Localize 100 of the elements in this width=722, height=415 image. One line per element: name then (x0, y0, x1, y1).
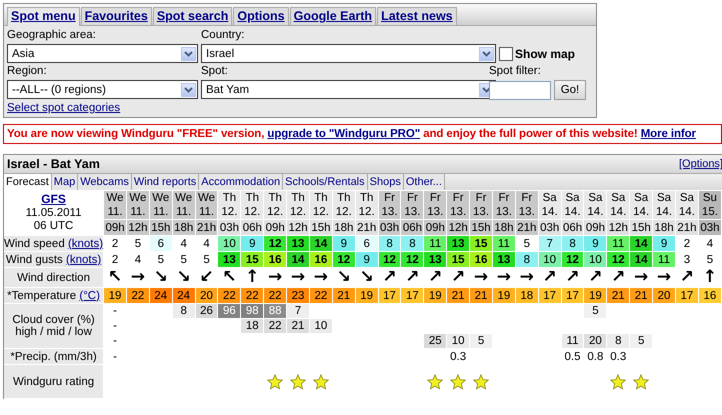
checkbox[interactable] (499, 46, 513, 60)
unit-link[interactable]: (knots) (66, 254, 102, 266)
options-link[interactable]: [Options] (678, 158, 722, 170)
go-button[interactable]: Go! (554, 80, 586, 100)
wind-gust-cell: 12 (332, 252, 355, 267)
temperature-cell: 19 (356, 288, 378, 303)
wind-speed-cell: 8 (378, 236, 400, 251)
unit-link[interactable]: (knots) (68, 238, 104, 250)
hour-header: 21h (196, 220, 218, 235)
wind-speed-cell: 8 (401, 236, 424, 251)
day-header: Sa 14. (607, 191, 630, 219)
temperature-cell: 20 (653, 288, 675, 303)
forecast-tab[interactable]: Wind reports (132, 174, 200, 190)
hour-header: 12h (607, 220, 630, 235)
hour-header: 12h (447, 220, 470, 235)
spot-filter-field[interactable] (489, 80, 551, 100)
cloud-cover-cell: 20 (584, 334, 606, 348)
hour-header: 21h (676, 220, 698, 235)
wind-speed-cell: 8 (562, 236, 584, 251)
day-header: Th 12. (241, 191, 264, 219)
menu-tab[interactable]: Options (233, 7, 289, 25)
day-header: Fr 13. (447, 191, 470, 219)
day-header: We 11. (150, 191, 172, 219)
day-header: Sa 14. (584, 191, 606, 219)
wind-arrow: → (472, 268, 490, 287)
dropdown[interactable]: Israel (201, 44, 496, 63)
cloud-cover-cell: 11 (562, 334, 584, 348)
wind-speed-cell: 6 (356, 236, 378, 251)
model-link[interactable]: GFS (41, 192, 66, 206)
wind-arrow: → (130, 268, 146, 287)
day-header: Fr 13. (516, 191, 538, 219)
forecast-tab[interactable]: Other... (404, 174, 445, 190)
cloud-cover-cell: 5 (630, 334, 652, 348)
day-header: Th 12. (310, 191, 332, 219)
model-run: 06 UTC (34, 220, 74, 232)
dropdown[interactable]: --ALL-- (0 regions) (7, 80, 198, 99)
wind-gust-cell: 13 (492, 252, 515, 267)
temperature-cell: 19 (492, 288, 515, 303)
row-label: *Precip. (mm/3h) (10, 350, 97, 362)
hour-header: 03h (218, 220, 240, 235)
more-info-link[interactable]: More infor (640, 128, 696, 140)
wind-arrow: ↙ (198, 268, 215, 287)
precipitation-cell-text: 0.3 (609, 350, 628, 364)
forecast-tab[interactable]: Webcams (78, 174, 132, 190)
hour-header: 18h (653, 220, 675, 235)
day-header: Th 12. (287, 191, 309, 219)
menu-tab[interactable]: Google Earth (290, 7, 376, 25)
dropdown[interactable]: Bat Yam (201, 80, 496, 99)
wind-arrow: ↗ (678, 268, 696, 287)
wind-arrow: → (656, 268, 672, 287)
categories-link[interactable]: Select spot categories (7, 102, 496, 114)
day-header: We 11. (126, 191, 149, 219)
hour-header: 03h (538, 220, 561, 235)
wind-arrow: ↗ (610, 268, 626, 287)
forecast-tab[interactable]: Shops (368, 174, 404, 190)
hour-header: 21h (356, 220, 378, 235)
wind-gust-cell: 13 (424, 252, 446, 267)
wind-arrow: ↗ (381, 268, 398, 287)
unit-link[interactable]: (°C) (79, 290, 100, 302)
wind-arrow: ↘ (358, 268, 375, 287)
day-header: Su 15. (698, 191, 721, 219)
spot-title: Israel - Bat Yam (7, 157, 100, 171)
wind-gust-cell: 10 (538, 252, 561, 267)
upgrade-link[interactable]: upgrade to "Windguru PRO" (267, 128, 420, 140)
forecast-tab[interactable]: Accommodation (199, 174, 284, 190)
wind-speed-cell: 14 (630, 236, 652, 251)
forecast-tab[interactable]: Map (52, 174, 78, 190)
temperature-cell: 22 (218, 288, 240, 303)
hour-header: 18h (332, 220, 355, 235)
wind-arrow: → (290, 268, 306, 287)
wind-gust-cell: 12 (607, 252, 630, 267)
menu-tab[interactable]: Latest news (377, 7, 457, 25)
cloud-cover-cell: 26 (196, 304, 218, 318)
menu-tab[interactable]: Spot search (152, 7, 232, 25)
menu-tab[interactable]: Spot menu (7, 7, 80, 26)
cloud-cover-cell: 7 (287, 304, 309, 318)
wind-arrow: ↗ (587, 268, 604, 287)
checkbox-label: Show map (515, 46, 576, 60)
hour-header: 15h (150, 220, 172, 235)
temperature-cell: 24 (150, 288, 172, 303)
wind-arrow: → (633, 268, 650, 287)
field-label: Spot filter: (489, 64, 542, 79)
dropdown[interactable]: Asia (7, 44, 198, 63)
row-label: Cloud cover (%) (12, 314, 95, 326)
temperature-cell: 21 (607, 288, 630, 303)
row-label: Wind speed (4, 238, 65, 250)
temperature-cell: 22 (126, 288, 149, 303)
wind-arrow: ↖ (221, 268, 238, 287)
hour-header: 09h (104, 220, 126, 235)
forecast-tab[interactable]: Schools/Rentals (283, 174, 368, 190)
row-label: *Temperature (7, 290, 76, 302)
wind-arrow: → (496, 268, 512, 287)
cloud-cover-cell: 88 (264, 304, 286, 318)
temperature-cell: 21 (470, 288, 492, 303)
wind-arrow: ↘ (152, 268, 169, 287)
menu-tab[interactable]: Favourites (80, 7, 152, 25)
temperature-cell: 21 (332, 288, 355, 303)
hour-header: 06h (562, 220, 584, 235)
wind-speed-cell: 9 (241, 236, 264, 251)
forecast-tab[interactable]: Forecast (4, 174, 52, 190)
